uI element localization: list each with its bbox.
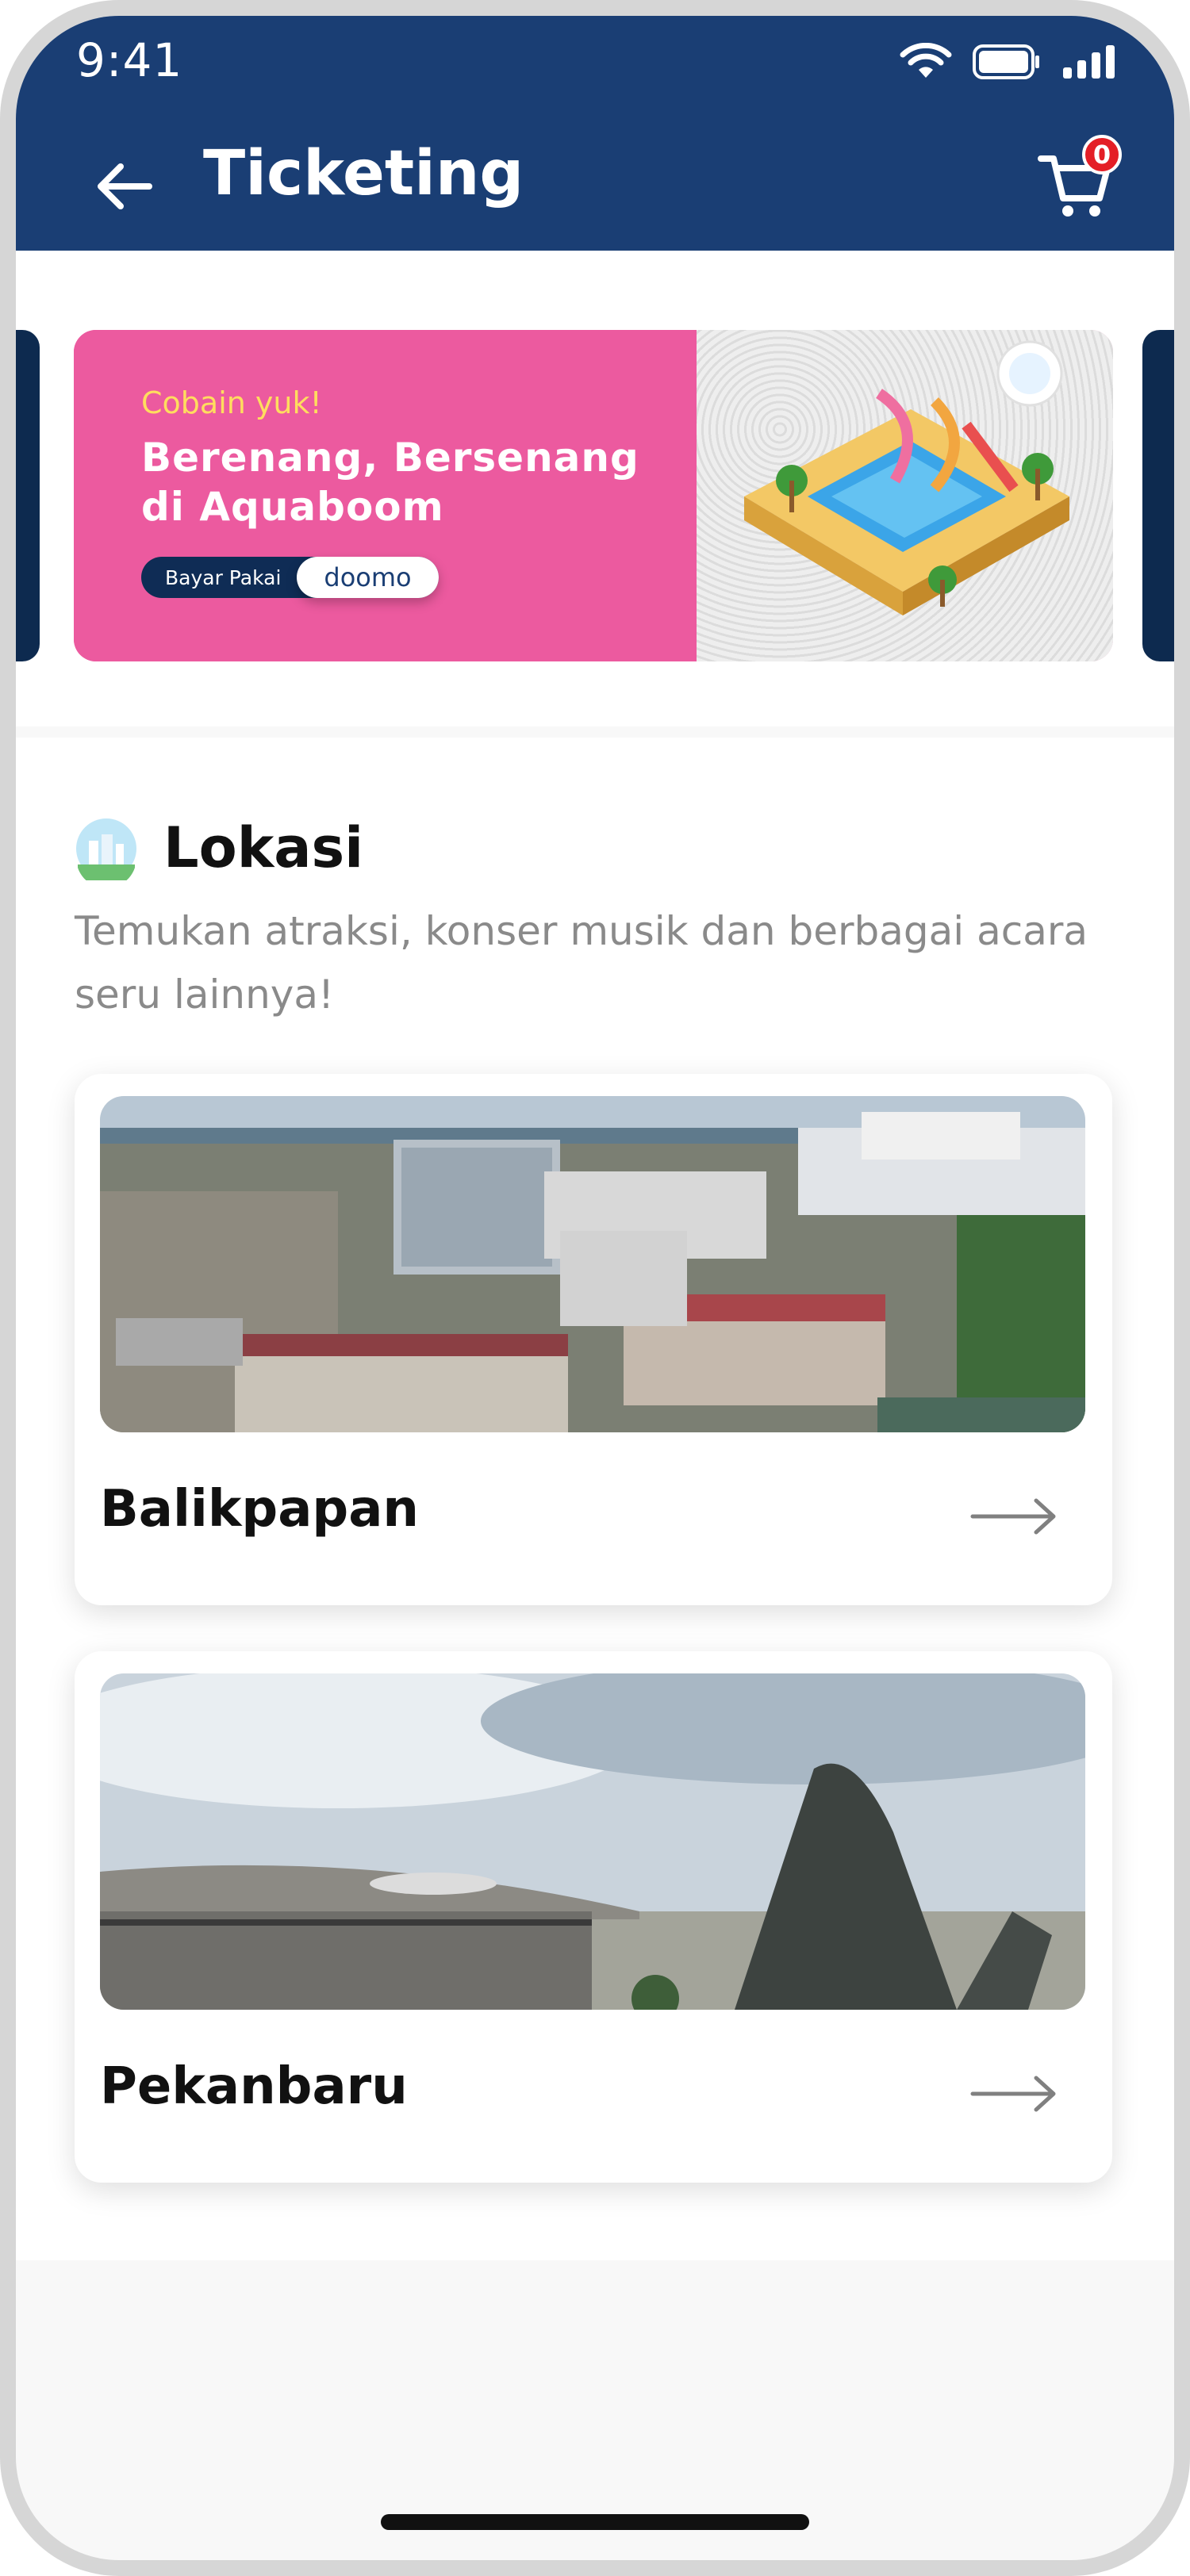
pekanbaru-photo xyxy=(100,1673,1085,2010)
pay-with-pill: Bayar Pakai doomo xyxy=(141,557,439,598)
cart-button[interactable]: 0 xyxy=(1030,135,1122,222)
banner-tagline: Cobain yuk! xyxy=(141,385,322,420)
balikpapan-photo-art xyxy=(100,1096,1085,1432)
pay-label: Bayar Pakai xyxy=(165,565,282,589)
location-card-pekanbaru[interactable]: Pekanbaru xyxy=(75,1651,1112,2183)
arrow-left-icon xyxy=(98,163,152,209)
waterpark-illustration-art xyxy=(744,340,1069,615)
page-title: Ticketing xyxy=(203,138,524,209)
location-name: Pekanbaru xyxy=(100,2057,408,2116)
promo-banner[interactable]: Cobain yuk! Berenang, Bersenang di Aquab… xyxy=(74,330,1113,661)
home-indicator[interactable] xyxy=(381,2514,809,2530)
waterpark-illustration xyxy=(697,330,1113,661)
location-card-balikpapan[interactable]: Balikpapan xyxy=(75,1074,1112,1605)
pay-brand-logo: doomo xyxy=(297,557,439,598)
location-name: Balikpapan xyxy=(100,1480,419,1539)
arrow-right-icon[interactable] xyxy=(968,1493,1063,1540)
section-subtitle: Temukan atraksi, konser musik dan berbag… xyxy=(75,908,1088,1018)
back-button[interactable] xyxy=(79,143,167,230)
wifi-icon xyxy=(900,43,952,78)
promo-carousel: Cobain yuk! Berenang, Bersenang di Aquab… xyxy=(16,251,1174,726)
section-title: Lokasi xyxy=(163,815,364,880)
pekanbaru-photo-art xyxy=(100,1673,1085,2010)
app-header: 9:41 Ticketing 0 xyxy=(16,16,1174,251)
cart-count-badge: 0 xyxy=(1082,135,1122,174)
status-icons xyxy=(900,38,1117,86)
device-frame: 9:41 Ticketing 0 Cobain yuk! Berenang, B… xyxy=(0,0,1190,2576)
previous-banner-peek[interactable] xyxy=(16,330,40,661)
signal-icon xyxy=(1063,45,1115,79)
banner-headline: Berenang, Bersenang di Aquaboom xyxy=(141,435,639,530)
battery-icon xyxy=(973,44,1039,79)
next-banner-peek[interactable] xyxy=(1142,330,1174,661)
arrow-right-icon[interactable] xyxy=(968,2070,1063,2118)
balikpapan-photo xyxy=(100,1096,1085,1432)
city-icon xyxy=(76,818,136,880)
banner-text-panel: Cobain yuk! Berenang, Bersenang di Aquab… xyxy=(74,330,697,661)
lokasi-section: Lokasi Temukan atraksi, konser musik dan… xyxy=(16,738,1174,2260)
status-time: 9:41 xyxy=(76,33,183,87)
app-screen: 9:41 Ticketing 0 Cobain yuk! Berenang, B… xyxy=(16,16,1174,2560)
